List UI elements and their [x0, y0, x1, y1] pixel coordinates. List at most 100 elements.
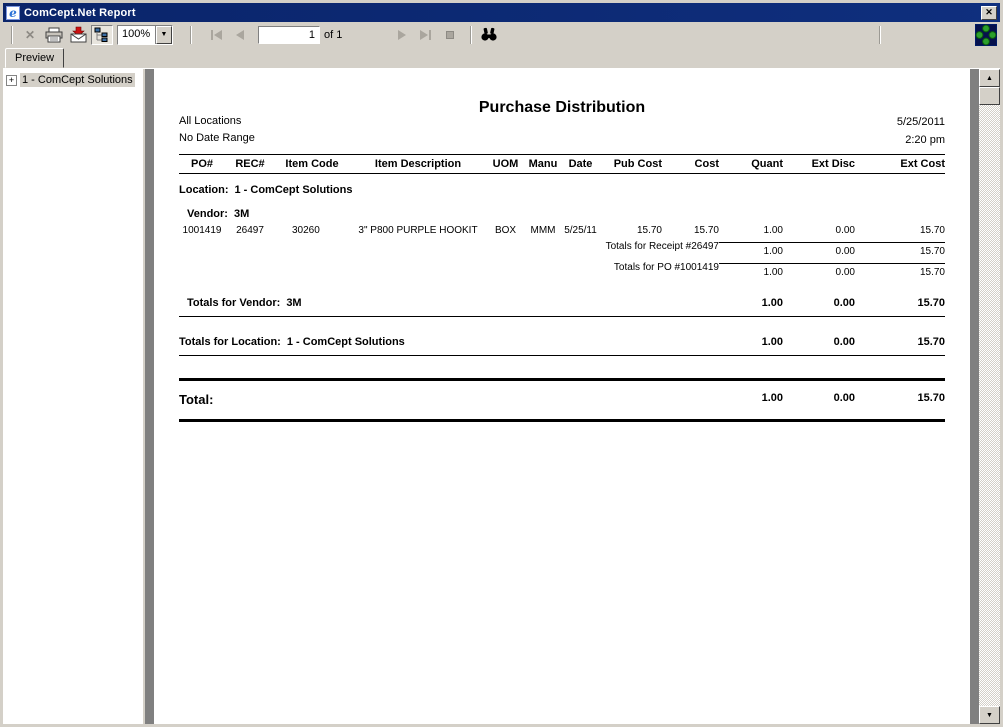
print-button[interactable] — [43, 25, 65, 45]
cell-rec: 26497 — [225, 225, 275, 236]
scroll-up-button[interactable]: ▲ — [979, 69, 1000, 87]
window-close-button[interactable]: ✕ — [981, 6, 997, 20]
last-page-button[interactable] — [415, 25, 437, 45]
grand-total-ext-disc: 0.00 — [783, 392, 855, 407]
tree-expand-icon[interactable]: + — [6, 75, 17, 86]
page-number-input[interactable] — [258, 26, 320, 44]
report-window: e ComCept.Net Report ✕ ✕ — [0, 0, 1003, 727]
toolbar-grip[interactable] — [190, 26, 192, 44]
report-header: Purchase Distribution All Locations No D… — [179, 99, 945, 154]
vendor-totals-row: Totals for Vendor:3M 1.00 0.00 15.70 — [179, 297, 945, 309]
scroll-up-icon: ▲ — [986, 75, 993, 82]
last-page-icon — [420, 30, 432, 40]
location-group-header: Location: 1 - ComCept Solutions — [179, 184, 945, 196]
location-totals-label: Totals for Location:1 - ComCept Solution… — [179, 336, 719, 348]
location-totals-row: Totals for Location:1 - ComCept Solution… — [179, 336, 945, 348]
location-total-quant: 1.00 — [719, 336, 783, 348]
cell-uom: BOX — [487, 225, 524, 236]
location-total-ext-cost: 15.70 — [855, 336, 945, 348]
report-time: 2:20 pm — [897, 131, 945, 149]
vendor-label: Vendor: — [187, 208, 228, 220]
filter-all-locations: All Locations — [179, 113, 255, 130]
cell-ext-cost: 15.70 — [855, 225, 945, 236]
divider — [179, 316, 945, 317]
receipt-totals-label: Totals for Receipt #26497 — [179, 241, 719, 257]
vendor-totals-label: Totals for Vendor:3M — [179, 297, 719, 309]
close-icon: ✕ — [25, 28, 35, 42]
grand-total-label: Total: — [179, 392, 719, 407]
grand-total-row: Total: 1.00 0.00 15.70 — [179, 392, 945, 407]
titlebar: e ComCept.Net Report ✕ — [3, 3, 1000, 22]
col-header: Ext Cost — [855, 158, 945, 170]
receipt-total-ext-cost: 15.70 — [855, 242, 945, 257]
export-icon — [70, 26, 87, 43]
po-total-ext-disc: 0.00 — [783, 263, 855, 278]
po-totals-label: Totals for PO #1001419 — [179, 262, 719, 278]
previous-page-button[interactable] — [229, 25, 251, 45]
cell-date: 5/25/11 — [562, 225, 599, 236]
scrollbar-thumb[interactable] — [979, 87, 1000, 105]
printer-icon — [45, 27, 63, 43]
report-title: Purchase Distribution — [179, 99, 945, 117]
zoom-dropdown-button[interactable]: ▼ — [156, 26, 172, 44]
export-button[interactable] — [67, 25, 89, 45]
previous-page-icon — [236, 30, 244, 40]
col-header: UOM — [487, 158, 524, 170]
receipt-total-ext-disc: 0.00 — [783, 242, 855, 257]
receipt-totals-row: Totals for Receipt #26497 1.00 0.00 15.7… — [179, 241, 945, 257]
location-total-ext-disc: 0.00 — [783, 336, 855, 348]
vertical-scrollbar[interactable]: ▲ ▼ — [979, 69, 1000, 724]
search-button[interactable] — [478, 25, 500, 45]
next-page-button[interactable] — [391, 25, 413, 45]
tab-preview[interactable]: Preview — [5, 48, 64, 68]
zoom-value: 100% — [118, 26, 156, 44]
scroll-down-button[interactable]: ▼ — [979, 706, 1000, 724]
stop-icon — [446, 31, 454, 39]
detail-row: 1001419 26497 30260 3" P800 PURPLE HOOKI… — [179, 225, 945, 236]
stop-loading-button[interactable] — [439, 25, 461, 45]
location-value: 1 - ComCept Solutions — [235, 184, 353, 196]
col-header: Manu — [524, 158, 562, 170]
col-header: Item Code — [275, 158, 349, 170]
toolbar-grip[interactable] — [470, 26, 472, 44]
close-report-button[interactable]: ✕ — [19, 25, 41, 45]
grand-total-top-rule — [179, 378, 945, 381]
filter-date-range: No Date Range — [179, 130, 255, 147]
grand-total-ext-cost: 15.70 — [855, 392, 945, 407]
zoom-select[interactable]: 100% ▼ — [117, 25, 173, 45]
cell-cost: 15.70 — [662, 225, 719, 236]
cell-ext-disc: 0.00 — [783, 225, 855, 236]
page-count-label: of 1 — [324, 29, 342, 41]
tab-bar: Preview — [3, 47, 1000, 68]
vendor-total-quant: 1.00 — [719, 297, 783, 309]
col-header: Cost — [662, 158, 719, 170]
scrollbar-track[interactable] — [979, 105, 1000, 706]
toolbar: ✕ — [3, 22, 1000, 47]
location-label: Location: — [179, 184, 229, 196]
col-header: REC# — [225, 158, 275, 170]
first-page-button[interactable] — [205, 25, 227, 45]
receipt-total-quant: 1.00 — [719, 242, 783, 257]
chevron-down-icon: ▼ — [161, 31, 168, 38]
vendor-value: 3M — [234, 208, 249, 220]
col-header: Pub Cost — [599, 158, 662, 170]
toggle-group-tree-button[interactable] — [91, 25, 113, 45]
vendor-group-header: Vendor: 3M — [179, 208, 945, 220]
binoculars-icon — [480, 27, 498, 42]
group-tree-icon — [94, 27, 110, 43]
toolbar-grip[interactable] — [11, 26, 13, 44]
group-tree-panel: + 1 - ComCept Solutions — [3, 69, 142, 724]
tree-node-comcept-solutions[interactable]: + 1 - ComCept Solutions — [3, 72, 142, 88]
vendor-total-ext-disc: 0.00 — [783, 297, 855, 309]
tree-node-label[interactable]: 1 - ComCept Solutions — [20, 73, 135, 87]
po-totals-row: Totals for PO #1001419 1.00 0.00 15.70 — [179, 262, 945, 278]
divider — [179, 355, 945, 356]
col-header: Item Description — [349, 158, 487, 170]
comcept-logo-icon — [975, 24, 997, 46]
report-view: Purchase Distribution All Locations No D… — [145, 69, 979, 724]
toolbar-grip[interactable] — [879, 26, 881, 44]
cell-item-description: 3" P800 PURPLE HOOKIT — [349, 225, 487, 236]
cell-po: 1001419 — [179, 225, 225, 236]
vendor-total-ext-cost: 15.70 — [855, 297, 945, 309]
cell-quant: 1.00 — [719, 225, 783, 236]
